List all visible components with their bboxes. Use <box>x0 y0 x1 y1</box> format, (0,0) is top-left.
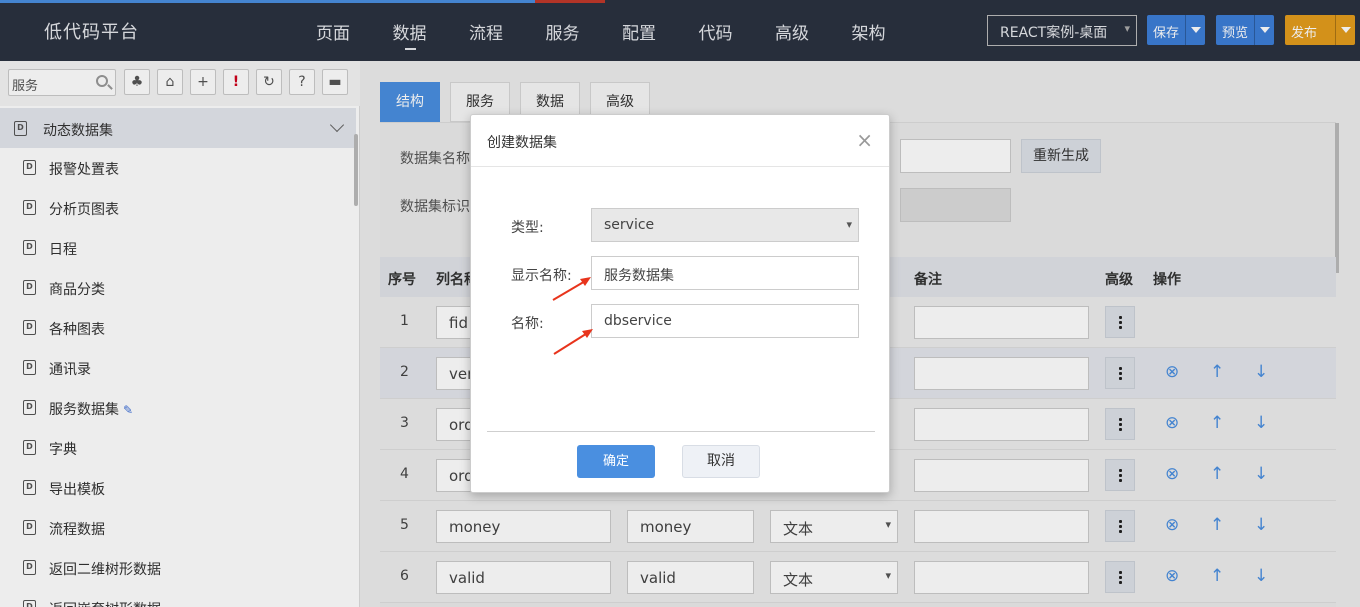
chevron-down-icon: ▾ <box>846 218 852 231</box>
type-select[interactable]: service ▾ <box>591 208 859 242</box>
dialog-divider <box>471 166 889 167</box>
confirm-button[interactable]: 确定 <box>577 445 655 478</box>
name-label: 名称: <box>511 316 544 332</box>
dialog-title: 创建数据集 <box>487 135 557 151</box>
type-select-value: service <box>604 217 655 233</box>
type-label: 类型: <box>511 220 544 236</box>
annotation-arrow <box>552 277 591 301</box>
create-dataset-dialog: 创建数据集 × 类型: service ▾ 显示名称: 服务数据集 名称: db… <box>470 114 890 493</box>
cancel-button[interactable]: 取消 <box>682 445 760 478</box>
annotation-arrow <box>553 329 593 355</box>
close-icon[interactable]: × <box>856 128 873 152</box>
name-input[interactable]: dbservice <box>591 304 859 338</box>
dialog-footer-divider <box>487 431 875 432</box>
display-name-input[interactable]: 服务数据集 <box>591 256 859 290</box>
